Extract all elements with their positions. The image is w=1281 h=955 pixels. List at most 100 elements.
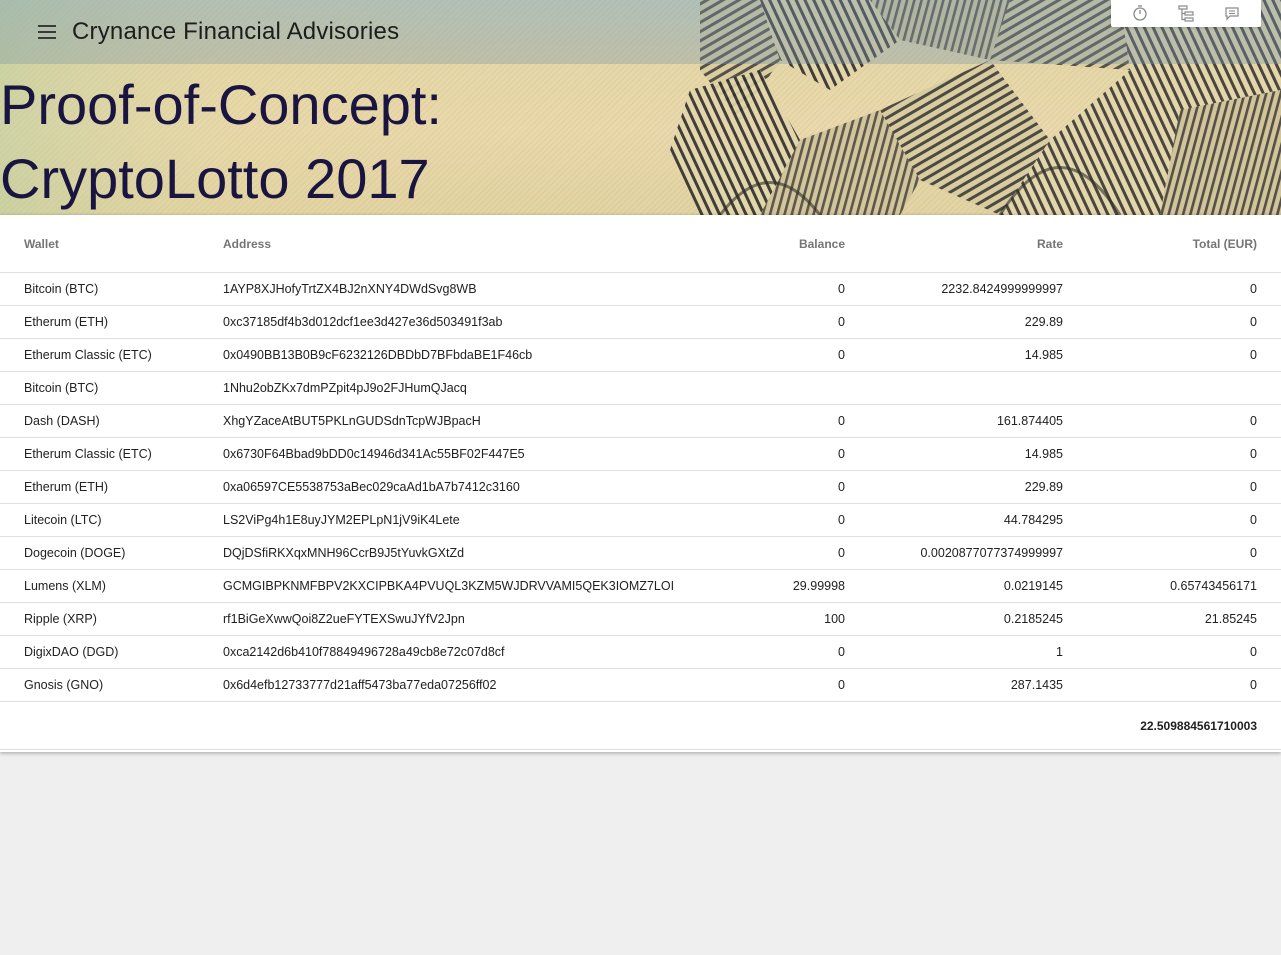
empty-cell (199, 701, 675, 750)
cell-wallet: Bitcoin (BTC) (0, 272, 199, 306)
comment-icon[interactable] (1221, 3, 1243, 23)
cell-wallet: Etherum (ETH) (0, 305, 199, 339)
cell-total: 0 (1087, 338, 1281, 372)
page-title: Proof-of-Concept: CryptoLotto 2017 (0, 73, 442, 210)
cell-rate: 287.1435 (869, 668, 1087, 702)
grand-total-row: 22.509884561710003 (0, 701, 1281, 750)
cell-wallet: Etherum (ETH) (0, 470, 199, 504)
cell-address: GCMGIBPKNMFBPV2KXCIPBKA4PVUQL3KZM5WJDRVV… (199, 569, 675, 603)
table-row[interactable]: Gnosis (GNO) 0x6d4efb12733777d21aff5473ba… (0, 668, 1281, 702)
cell-address: LS2ViPg4h1E8uyJYM2EPLpN1jV9iK4Lete (199, 503, 675, 537)
table-row[interactable]: Lumens (XLM) GCMGIBPKNMFBPV2KXCIPBKA4PVUQ… (0, 569, 1281, 603)
column-header-wallet[interactable]: Wallet (0, 215, 199, 273)
empty-cell (869, 701, 1087, 750)
table-row[interactable]: Bitcoin (BTC) 1AYP8XJHofyTrtZX4BJ2nXNY4DW… (0, 272, 1281, 306)
cell-balance: 0 (675, 668, 869, 702)
empty-cell (0, 701, 199, 750)
cell-address: 0xa06597CE5538753aBec029caAd1bA7b7412c31… (199, 470, 675, 504)
cell-balance: 0 (675, 503, 869, 537)
table-row[interactable]: Dogecoin (DOGE) DQjDSfiRKXqxMNH96CcrB9J5t… (0, 536, 1281, 570)
cell-address: 1Nhu2obZKx7dmPZpit4pJ9o2FJHumQJacq (199, 371, 675, 405)
cell-total: 0 (1087, 503, 1281, 537)
table-row[interactable]: Etherum (ETH) 0xc37185df4b3d012dcf1ee3d42… (0, 305, 1281, 339)
cell-address: 0x6d4efb12733777d21aff5473ba77eda07256ff… (199, 668, 675, 702)
toolbar-actions (1111, 0, 1261, 27)
cell-balance: 100 (675, 602, 869, 636)
table-row[interactable]: Etherum (ETH) 0xa06597CE5538753aBec029caA… (0, 470, 1281, 504)
table-row[interactable]: Dash (DASH) XhgYZaceAtBUT5PKLnGUDSdnTcpWJ… (0, 404, 1281, 438)
table-row[interactable]: Bitcoin (BTC) 1Nhu2obZKx7dmPZpit4pJ9o2FJH… (0, 371, 1281, 405)
cell-address: 0x6730F64Bbad9bDD0c14946d341Ac55BF02F447… (199, 437, 675, 471)
cell-address: 0x0490BB13B0B9cF6232126DBDbD7BFbdaBE1F46… (199, 338, 675, 372)
app-toolbar: Crynance Financial Advisories (0, 0, 1281, 64)
cell-wallet: Etherum Classic (ETC) (0, 437, 199, 471)
cell-rate: 44.784295 (869, 503, 1087, 537)
cell-rate: 1 (869, 635, 1087, 669)
cell-rate: 14.985 (869, 437, 1087, 471)
cell-wallet: DigixDAO (DGD) (0, 635, 199, 669)
cell-total: 0 (1087, 635, 1281, 669)
cell-total: 0 (1087, 470, 1281, 504)
cell-address: 0xca2142d6b410f78849496728a49cb8e72c07d8… (199, 635, 675, 669)
table-row[interactable]: Etherum Classic (ETC) 0x0490BB13B0B9cF623… (0, 338, 1281, 372)
cell-wallet: Etherum Classic (ETC) (0, 338, 199, 372)
cell-wallet: Gnosis (GNO) (0, 668, 199, 702)
table-header-row: Wallet Address Balance Rate Total (EUR) (0, 215, 1281, 273)
cell-total: 0 (1087, 305, 1281, 339)
cell-address: 1AYP8XJHofyTrtZX4BJ2nXNY4DWdSvg8WB (199, 272, 675, 306)
grand-total-value: 22.509884561710003 (1087, 701, 1281, 750)
cell-balance: 0 (675, 437, 869, 471)
cell-balance: 0 (675, 338, 869, 372)
cell-balance: 0 (675, 635, 869, 669)
table-row[interactable]: Etherum Classic (ETC) 0x6730F64Bbad9bDD0c… (0, 437, 1281, 471)
cell-rate: 2232.8424999999997 (869, 272, 1087, 306)
cell-total: 0.65743456171 (1087, 569, 1281, 603)
cell-address: XhgYZaceAtBUT5PKLnGUDSdnTcpWJBpacH (199, 404, 675, 438)
column-header-balance[interactable]: Balance (675, 215, 869, 273)
cell-balance: 0 (675, 272, 869, 306)
cell-balance (675, 371, 869, 405)
header-banner: Crynance Financial Advisories Proof-of-C… (0, 0, 1281, 215)
wallets-table: Wallet Address Balance Rate Total (EUR) … (0, 215, 1281, 750)
cell-total: 21.85245 (1087, 602, 1281, 636)
column-header-address[interactable]: Address (199, 215, 675, 273)
wallets-card: Wallet Address Balance Rate Total (EUR) … (0, 215, 1281, 752)
cell-rate: 0.2185245 (869, 602, 1087, 636)
cell-wallet: Bitcoin (BTC) (0, 371, 199, 405)
cell-address: 0xc37185df4b3d012dcf1ee3d427e36d503491f3… (199, 305, 675, 339)
cell-wallet: Lumens (XLM) (0, 569, 199, 603)
cell-balance: 0 (675, 404, 869, 438)
cell-total: 0 (1087, 272, 1281, 306)
cell-wallet: Dogecoin (DOGE) (0, 536, 199, 570)
cell-total: 0 (1087, 536, 1281, 570)
cell-total: 0 (1087, 437, 1281, 471)
cell-balance: 0 (675, 470, 869, 504)
table-row[interactable]: Litecoin (LTC) LS2ViPg4h1E8uyJYM2EPLpN1jV… (0, 503, 1281, 537)
empty-cell (675, 701, 869, 750)
cell-rate (869, 371, 1087, 405)
cell-rate: 161.874405 (869, 404, 1087, 438)
tree-structure-icon[interactable] (1175, 3, 1197, 23)
cell-wallet: Dash (DASH) (0, 404, 199, 438)
menu-icon[interactable] (32, 18, 62, 46)
cell-rate: 14.985 (869, 338, 1087, 372)
timer-icon[interactable] (1129, 3, 1151, 23)
app-title: Crynance Financial Advisories (72, 18, 400, 45)
cell-rate: 229.89 (869, 470, 1087, 504)
cell-rate: 229.89 (869, 305, 1087, 339)
cell-wallet: Ripple (XRP) (0, 602, 199, 636)
column-header-rate[interactable]: Rate (869, 215, 1087, 273)
column-header-total[interactable]: Total (EUR) (1087, 215, 1281, 273)
cell-total: 0 (1087, 404, 1281, 438)
cell-balance: 0 (675, 305, 869, 339)
table-row[interactable]: DigixDAO (DGD) 0xca2142d6b410f78849496728… (0, 635, 1281, 669)
cell-wallet: Litecoin (LTC) (0, 503, 199, 537)
cell-balance: 0 (675, 536, 869, 570)
cell-address: rf1BiGeXwwQoi8Z2ueFYTEXSwuJYfV2Jpn (199, 602, 675, 636)
cell-address: DQjDSfiRKXqxMNH96CcrB9J5tYuvkGXtZd (199, 536, 675, 570)
cell-balance: 29.99998 (675, 569, 869, 603)
cell-rate: 0.0219145 (869, 569, 1087, 603)
cell-rate: 0.0020877077374999997 (869, 536, 1087, 570)
cell-total (1087, 371, 1281, 405)
table-row[interactable]: Ripple (XRP) rf1BiGeXwwQoi8Z2ueFYTEXSwuJY… (0, 602, 1281, 636)
